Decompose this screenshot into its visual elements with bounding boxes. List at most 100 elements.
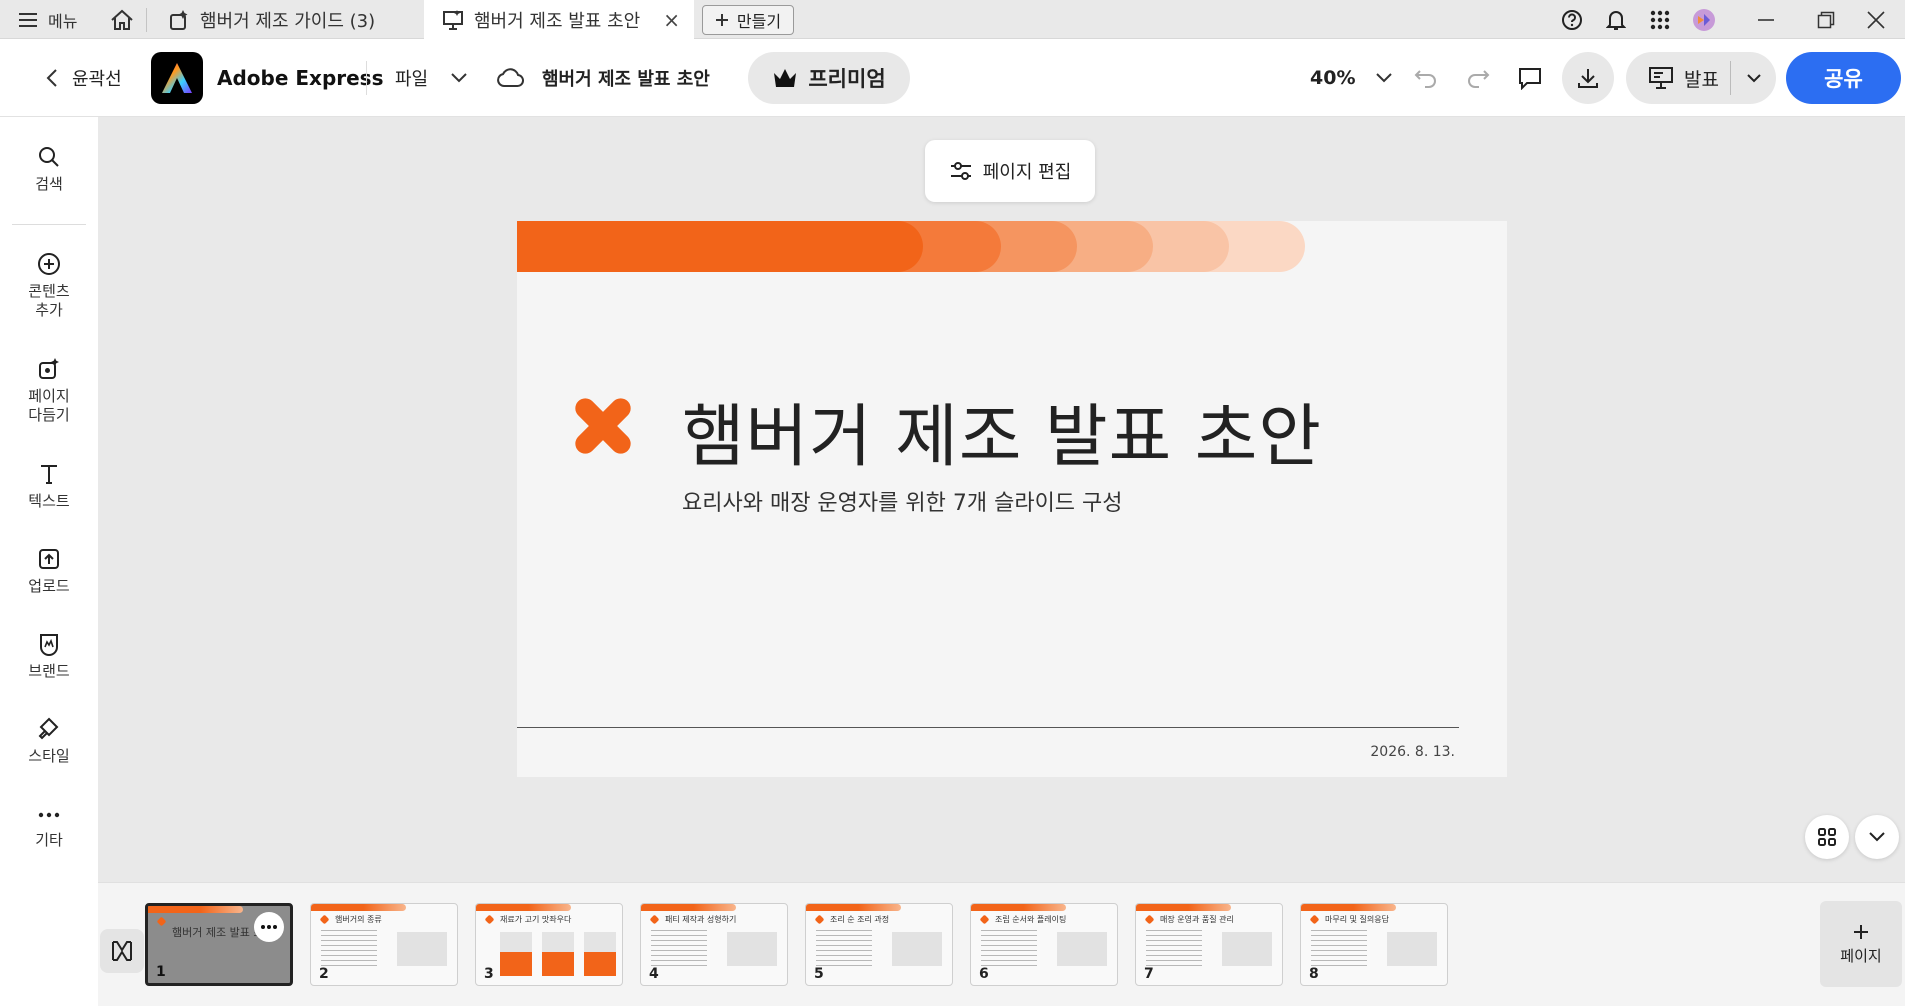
file-menu-button[interactable]: 파일 bbox=[395, 39, 468, 117]
close-icon bbox=[1867, 10, 1885, 29]
page-thumbnail-8[interactable]: 마무리 및 질의응답 8 bbox=[1300, 903, 1448, 986]
filmstrip-toggle-button[interactable] bbox=[100, 929, 144, 973]
slide-title[interactable]: 햄버거 제조 발표 초안 bbox=[682, 381, 1322, 480]
presentation-icon bbox=[1649, 67, 1673, 89]
rail-item-search[interactable]: 검색 bbox=[0, 145, 98, 194]
thumbnail-text-lines bbox=[1311, 930, 1367, 966]
rail-item-add-content[interactable]: 콘텐츠 추가 bbox=[0, 252, 98, 320]
thumbnail-accent-bar bbox=[641, 904, 736, 911]
thumbnail-image-placeholder bbox=[892, 932, 942, 966]
thumbnail-image-placeholder bbox=[727, 932, 777, 966]
thumbnail-accent-bar bbox=[148, 906, 243, 913]
thumbnail-text-lines bbox=[981, 930, 1037, 966]
rail-item-label: 스타일 bbox=[28, 747, 70, 765]
slide-canvas[interactable]: 햄버거 제조 발표 초안 요리사와 매장 운영자를 위한 7개 슬라이드 구성 … bbox=[517, 221, 1507, 777]
thumbnail-number: 1 bbox=[156, 964, 166, 980]
thumbnail-number: 3 bbox=[484, 966, 494, 982]
document-title[interactable]: 햄버거 제조 발표 초안 bbox=[496, 39, 710, 117]
hamburger-menu-icon bbox=[19, 12, 37, 27]
thumbnail-logo-icon bbox=[319, 914, 330, 925]
thumbnail-logo-icon bbox=[1144, 914, 1155, 925]
apps-button[interactable] bbox=[1636, 0, 1684, 39]
collapse-filmstrip-button[interactable] bbox=[1855, 815, 1899, 859]
premium-button[interactable]: 프리미엄 bbox=[748, 52, 910, 104]
tab-separator bbox=[146, 8, 147, 32]
notifications-button[interactable] bbox=[1592, 0, 1640, 39]
back-to-outline-button[interactable]: 윤곽선 bbox=[46, 39, 122, 117]
present-main[interactable]: 발표 bbox=[1626, 65, 1730, 92]
hourglass-icon bbox=[112, 941, 132, 961]
help-button[interactable] bbox=[1548, 0, 1596, 39]
close-window-button[interactable] bbox=[1847, 0, 1905, 39]
page-thumbnail-1[interactable]: 햄버거 제조 발표 초안 1 bbox=[145, 903, 293, 986]
thumbnail-number: 4 bbox=[649, 966, 659, 982]
download-button[interactable] bbox=[1562, 52, 1614, 104]
page-thumbnail-6[interactable]: 조립 순서와 플레이팅 6 bbox=[970, 903, 1118, 986]
document-sparkle-icon bbox=[170, 9, 188, 30]
present-options-button[interactable] bbox=[1731, 73, 1776, 83]
rail-item-brand[interactable]: 브랜드 bbox=[0, 632, 98, 681]
grid-view-button[interactable] bbox=[1805, 815, 1849, 859]
rail-item-style[interactable]: 스타일 bbox=[0, 717, 98, 766]
minimize-button[interactable] bbox=[1737, 0, 1795, 39]
page-thumbnail-3[interactable]: 재료가 고기 맛좌우다 3 bbox=[475, 903, 623, 986]
profile-button[interactable] bbox=[1680, 0, 1728, 39]
slide-subtitle[interactable]: 요리사와 매장 운영자를 위한 7개 슬라이드 구성 bbox=[682, 485, 1123, 517]
thumbnail-logo-icon bbox=[484, 914, 495, 925]
zoom-select[interactable]: 40% bbox=[1310, 39, 1393, 117]
home-icon bbox=[111, 9, 133, 30]
toolbar-divider bbox=[366, 61, 367, 95]
undo-button[interactable] bbox=[1402, 54, 1450, 102]
accent-bar-segment bbox=[517, 221, 923, 272]
thumbnail-number: 6 bbox=[979, 966, 989, 982]
slide-footer-line bbox=[517, 727, 1459, 728]
zoom-value: 40% bbox=[1310, 67, 1356, 89]
menu-button[interactable]: 메뉴 bbox=[18, 0, 77, 39]
add-page-button[interactable]: 페이지 bbox=[1820, 901, 1902, 987]
edit-page-button[interactable]: 페이지 편집 bbox=[925, 140, 1095, 202]
left-tool-rail: 검색 콘텐츠 추가 페이지 다듬기 텍스트 업로드 브랜드 스타일 기타 bbox=[0, 117, 98, 1006]
new-tab-button[interactable]: 만들기 bbox=[702, 5, 794, 35]
share-button[interactable]: 공유 bbox=[1786, 52, 1901, 104]
tab-hamburger-guide[interactable]: 햄버거 제조 가이드 (3) bbox=[150, 0, 422, 39]
page-thumbnail-2[interactable]: 햄버거의 종류 2 bbox=[310, 903, 458, 986]
comment-icon bbox=[1519, 68, 1541, 90]
rail-item-refine-page[interactable]: 페이지 다듬기 bbox=[0, 357, 98, 425]
page-thumbnail-4[interactable]: 패티 제작과 성형하기 4 bbox=[640, 903, 788, 986]
download-icon bbox=[1578, 69, 1598, 88]
tab-label: 햄버거 제조 발표 초안 bbox=[474, 11, 641, 32]
browser-tab-bar: 메뉴 햄버거 제조 가이드 (3) 햄버거 제조 발표 초안 × 만들기 bbox=[0, 0, 1905, 40]
app-logo[interactable]: Adobe Express bbox=[151, 39, 384, 117]
rail-item-label: 콘텐츠 추가 bbox=[28, 282, 70, 319]
thumbnail-image-placeholder bbox=[1387, 932, 1437, 966]
editor-toolbar: 윤곽선 Adobe Express 파일 햄버거 제조 발표 초안 프리미엄 4… bbox=[0, 39, 1905, 117]
thumbnail-image-placeholder bbox=[397, 932, 447, 966]
thumbnail-title: 조리 순 조리 과정 bbox=[830, 915, 890, 924]
premium-label: 프리미엄 bbox=[808, 67, 886, 91]
thumbnail-accent-bar bbox=[1301, 904, 1396, 911]
thumbnail-accent-bar bbox=[971, 904, 1066, 911]
home-button[interactable] bbox=[110, 0, 134, 39]
present-button[interactable]: 발표 bbox=[1626, 52, 1776, 104]
chevron-down-icon bbox=[1869, 832, 1885, 842]
thumbnail-image-placeholder bbox=[1057, 932, 1107, 966]
page-filmstrip: 햄버거 제조 발표 초안 1 햄버거의 종류 2 재료가 고기 맛좌우다 3 패… bbox=[98, 882, 1905, 1006]
rail-item-text[interactable]: 텍스트 bbox=[0, 462, 98, 511]
rail-item-label: 검색 bbox=[35, 175, 63, 193]
rail-item-more[interactable]: 기타 bbox=[0, 805, 98, 850]
redo-button[interactable] bbox=[1454, 54, 1502, 102]
page-thumbnail-7[interactable]: 매장 운영과 품질 관리 7 bbox=[1135, 903, 1283, 986]
thumbnail-accent-bar bbox=[1136, 904, 1231, 911]
chevron-down-icon bbox=[1376, 73, 1393, 83]
rail-item-label: 업로드 bbox=[28, 577, 70, 595]
thumbnail-number: 5 bbox=[814, 966, 824, 982]
page-thumbnail-5[interactable]: 조리 순 조리 과정 5 bbox=[805, 903, 953, 986]
rail-item-upload[interactable]: 업로드 bbox=[0, 547, 98, 596]
thumbnail-logo-icon bbox=[814, 914, 825, 925]
tab-hamburger-presentation[interactable]: 햄버거 제조 발표 초안 × bbox=[424, 0, 694, 40]
slide-date[interactable]: 2026. 8. 13. bbox=[1370, 744, 1455, 760]
tab-close-icon[interactable]: × bbox=[663, 8, 680, 32]
thumbnail-more-button[interactable] bbox=[254, 912, 284, 942]
comment-button[interactable] bbox=[1506, 54, 1554, 102]
avatar bbox=[1693, 8, 1715, 31]
